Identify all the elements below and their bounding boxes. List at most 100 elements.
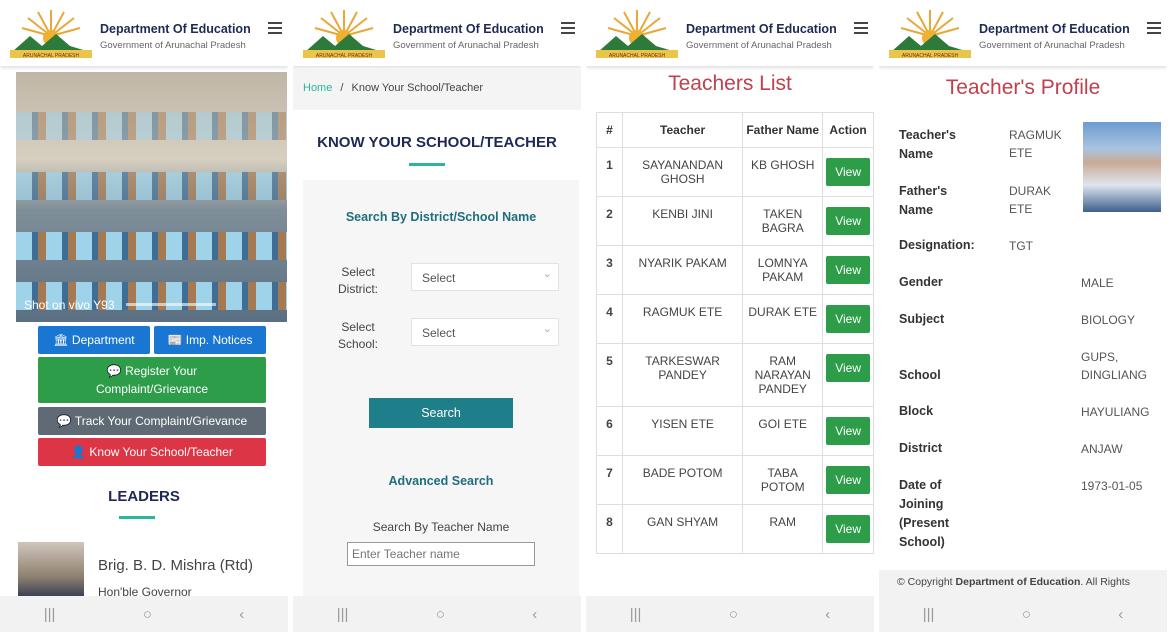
subject-value: BIOLOGY xyxy=(1081,313,1136,327)
header-subtitle: Government of Arunachal Pradesh xyxy=(100,40,246,51)
view-button[interactable]: View xyxy=(826,158,870,186)
table-row: 8 GAN SHYAM RAM View xyxy=(596,504,874,554)
back-icon[interactable]: ‹ xyxy=(825,606,830,623)
search-panel: Search By District/School Name Select Di… xyxy=(303,180,579,600)
search-button[interactable]: Search xyxy=(369,398,513,428)
system-nav-bar: ||| ○ ‹ xyxy=(879,596,1167,632)
doj-label: Date of Joining (Present School) xyxy=(899,478,950,549)
father-name-cell: KB GHOSH xyxy=(742,147,824,197)
col-header-action: Action xyxy=(822,112,874,148)
header-subtitle: Government of Arunachal Pradesh xyxy=(686,40,832,51)
recent-apps-icon[interactable]: ||| xyxy=(44,606,56,623)
teacher-name-cell: SAYANANDAN GHOSH xyxy=(621,147,744,197)
row-number: 2 xyxy=(596,196,623,246)
recent-apps-icon[interactable]: ||| xyxy=(337,606,349,623)
header-subtitle: Government of Arunachal Pradesh xyxy=(393,40,539,51)
father-name-cell: DURAK ETE xyxy=(742,294,824,344)
teacher-name-label: Search By Teacher Name xyxy=(372,520,510,534)
school-select[interactable]: Select xyxy=(411,318,559,346)
action-cell: View xyxy=(822,455,874,505)
svg-text:ARUNACHAL PRADESH: ARUNACHAL PRADESH xyxy=(316,53,373,59)
know-school-teacher-button[interactable]: 👤 Know Your School/Teacher xyxy=(38,438,266,466)
back-icon[interactable]: ‹ xyxy=(239,606,244,623)
col-header-number: # xyxy=(596,112,623,148)
school-label: School xyxy=(899,368,941,382)
action-cell: View xyxy=(822,294,874,344)
view-button[interactable]: View xyxy=(826,515,870,543)
view-button[interactable]: View xyxy=(826,305,870,333)
app-header: ARUNACHAL PRADESH Department Of Educatio… xyxy=(293,0,581,66)
header-subtitle: Government of Arunachal Pradesh xyxy=(979,40,1125,51)
breadcrumb-home-link[interactable]: Home xyxy=(303,82,332,94)
district-search-heading: Search By District/School Name xyxy=(345,210,537,224)
app-header: ARUNACHAL PRADESH Department Of Educatio… xyxy=(586,0,874,66)
view-button[interactable]: View xyxy=(826,354,870,382)
teachers-list-screen: ARUNACHAL PRADESH Department Of Educatio… xyxy=(586,0,874,632)
action-cell: View xyxy=(822,245,874,295)
view-button[interactable]: View xyxy=(826,207,870,235)
header-title: Department Of Education xyxy=(979,22,1130,36)
teacher-name-cell: RAGMUK ETE xyxy=(621,294,744,344)
hamburger-menu-icon[interactable] xyxy=(561,22,575,34)
hamburger-menu-icon[interactable] xyxy=(268,22,282,34)
father-name-cell: RAM NARAYAN PANDEY xyxy=(742,343,824,407)
page-title: KNOW YOUR SCHOOL/TEACHER xyxy=(317,134,557,151)
home-icon[interactable]: ○ xyxy=(1022,606,1031,623)
home-icon[interactable]: ○ xyxy=(729,606,738,623)
col-header-teacher: Teacher xyxy=(621,112,744,148)
teacher-name-cell: KENBI JINI xyxy=(621,196,744,246)
father-name-cell: TABA POTOM xyxy=(742,455,824,505)
advanced-search-heading: Advanced Search xyxy=(388,474,494,488)
home-icon[interactable]: ○ xyxy=(436,606,445,623)
view-button[interactable]: View xyxy=(826,256,870,284)
father-name-cell: LOMNYA PAKAM xyxy=(742,245,824,295)
hamburger-menu-icon[interactable] xyxy=(854,22,868,34)
action-cell: View xyxy=(822,343,874,407)
table-row: 2 KENBI JINI TAKEN BAGRA View xyxy=(596,196,874,246)
district-select[interactable]: Select xyxy=(411,263,559,291)
page-title: Teachers List xyxy=(668,72,792,95)
col-header-father: Father Name xyxy=(742,112,824,148)
recent-apps-icon[interactable]: ||| xyxy=(923,606,935,623)
back-icon[interactable]: ‹ xyxy=(532,606,537,623)
track-complaint-button[interactable]: 💬 Track Your Complaint/Grievance xyxy=(38,407,266,435)
register-complaint-button[interactable]: 💬 Register Your Complaint/Grievance xyxy=(38,357,266,403)
row-number: 6 xyxy=(596,406,623,456)
notices-button[interactable]: 📰 Imp. Notices xyxy=(154,326,266,354)
copyright-org: Department of Education xyxy=(955,576,1081,588)
svg-text:ARUNACHAL PRADESH: ARUNACHAL PRADESH xyxy=(23,53,80,59)
arunachal-logo-icon: ARUNACHAL PRADESH xyxy=(303,10,385,59)
header-title: Department Of Education xyxy=(393,22,544,36)
leader-name: Brig. B. D. Mishra (Rtd) xyxy=(98,557,254,574)
teacher-name-input[interactable] xyxy=(347,542,535,566)
recent-apps-icon[interactable]: ||| xyxy=(630,606,642,623)
designation-label: Designation: xyxy=(899,238,975,252)
copyright-prefix: © Copyright xyxy=(897,576,956,588)
doj-value: 1973-01-05 xyxy=(1081,479,1143,493)
school-value: GUPS, DINGLIANG xyxy=(1081,350,1148,382)
table-row: 6 YISEN ETE GOI ETE View xyxy=(596,406,874,456)
view-button[interactable]: View xyxy=(826,417,870,445)
gender-label: Gender xyxy=(899,275,943,289)
row-number: 8 xyxy=(596,504,623,554)
app-header: ARUNACHAL PRADESH Department Of Educatio… xyxy=(879,0,1167,66)
department-button[interactable]: 🏛 Department xyxy=(38,326,150,354)
back-icon[interactable]: ‹ xyxy=(1118,606,1123,623)
heading-underline xyxy=(119,516,155,519)
district-label: District xyxy=(899,441,943,455)
arunachal-logo-icon: ARUNACHAL PRADESH xyxy=(596,10,678,59)
hamburger-menu-icon[interactable] xyxy=(1147,22,1161,34)
carousel-indicator[interactable] xyxy=(126,303,216,306)
teacher-name-cell: BADE POTOM xyxy=(621,455,744,505)
gender-value: MALE xyxy=(1081,276,1114,290)
row-number: 3 xyxy=(596,245,623,295)
system-nav-bar: ||| ○ ‹ xyxy=(293,596,581,632)
svg-text:ARUNACHAL PRADESH: ARUNACHAL PRADESH xyxy=(902,53,959,59)
action-cell: View xyxy=(822,196,874,246)
home-icon[interactable]: ○ xyxy=(143,606,152,623)
name-label: Teacher's Name xyxy=(899,128,956,161)
row-number: 4 xyxy=(596,294,623,344)
table-row: 5 TARKESWAR PANDEY RAM NARAYAN PANDEY View xyxy=(596,343,874,407)
view-button[interactable]: View xyxy=(826,466,870,494)
teacher-name-cell: GAN SHYAM xyxy=(621,504,744,554)
